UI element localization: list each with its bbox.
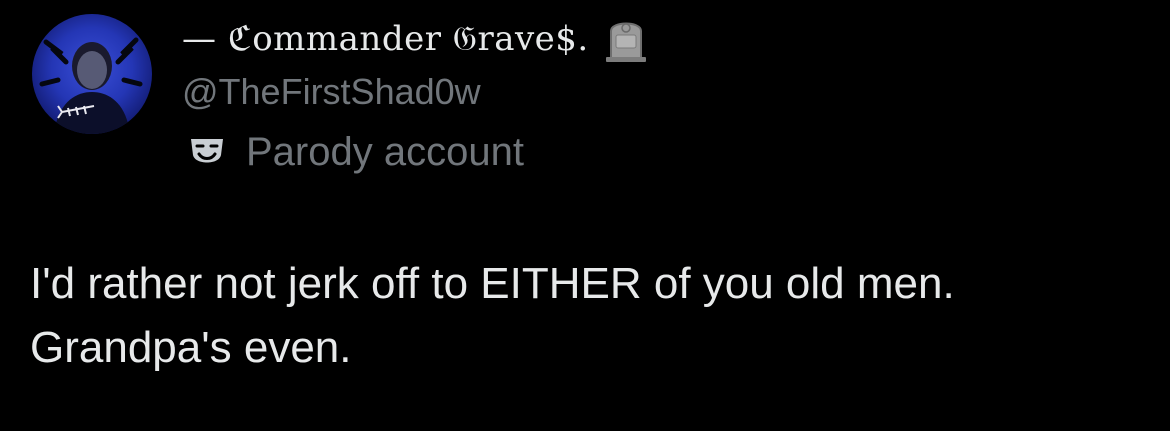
avatar[interactable] [32, 14, 152, 134]
avatar-image [39, 37, 143, 134]
tweet-text: I'd rather not jerk off to EITHER of you… [30, 252, 1140, 380]
tweet-text-line: Grandpa's even. [30, 323, 352, 372]
name-row[interactable]: — ℭommander 𝔊rave$. [182, 12, 649, 66]
tweet-header: — ℭommander 𝔊rave$. @TheFirstShad0w Paro… [182, 12, 649, 182]
performing-arts-mask-icon [188, 133, 226, 171]
headstone-icon [603, 15, 649, 63]
parody-label-row: Parody account [182, 122, 649, 182]
display-name[interactable]: — ℭommander 𝔊rave$. [182, 19, 589, 59]
tweet-text-line: I'd rather not jerk off to EITHER of you… [30, 259, 955, 308]
tweet: — ℭommander 𝔊rave$. @TheFirstShad0w Paro… [0, 0, 1170, 431]
parody-account-label: Parody account [246, 129, 524, 174]
user-handle[interactable]: @TheFirstShad0w [182, 66, 649, 118]
